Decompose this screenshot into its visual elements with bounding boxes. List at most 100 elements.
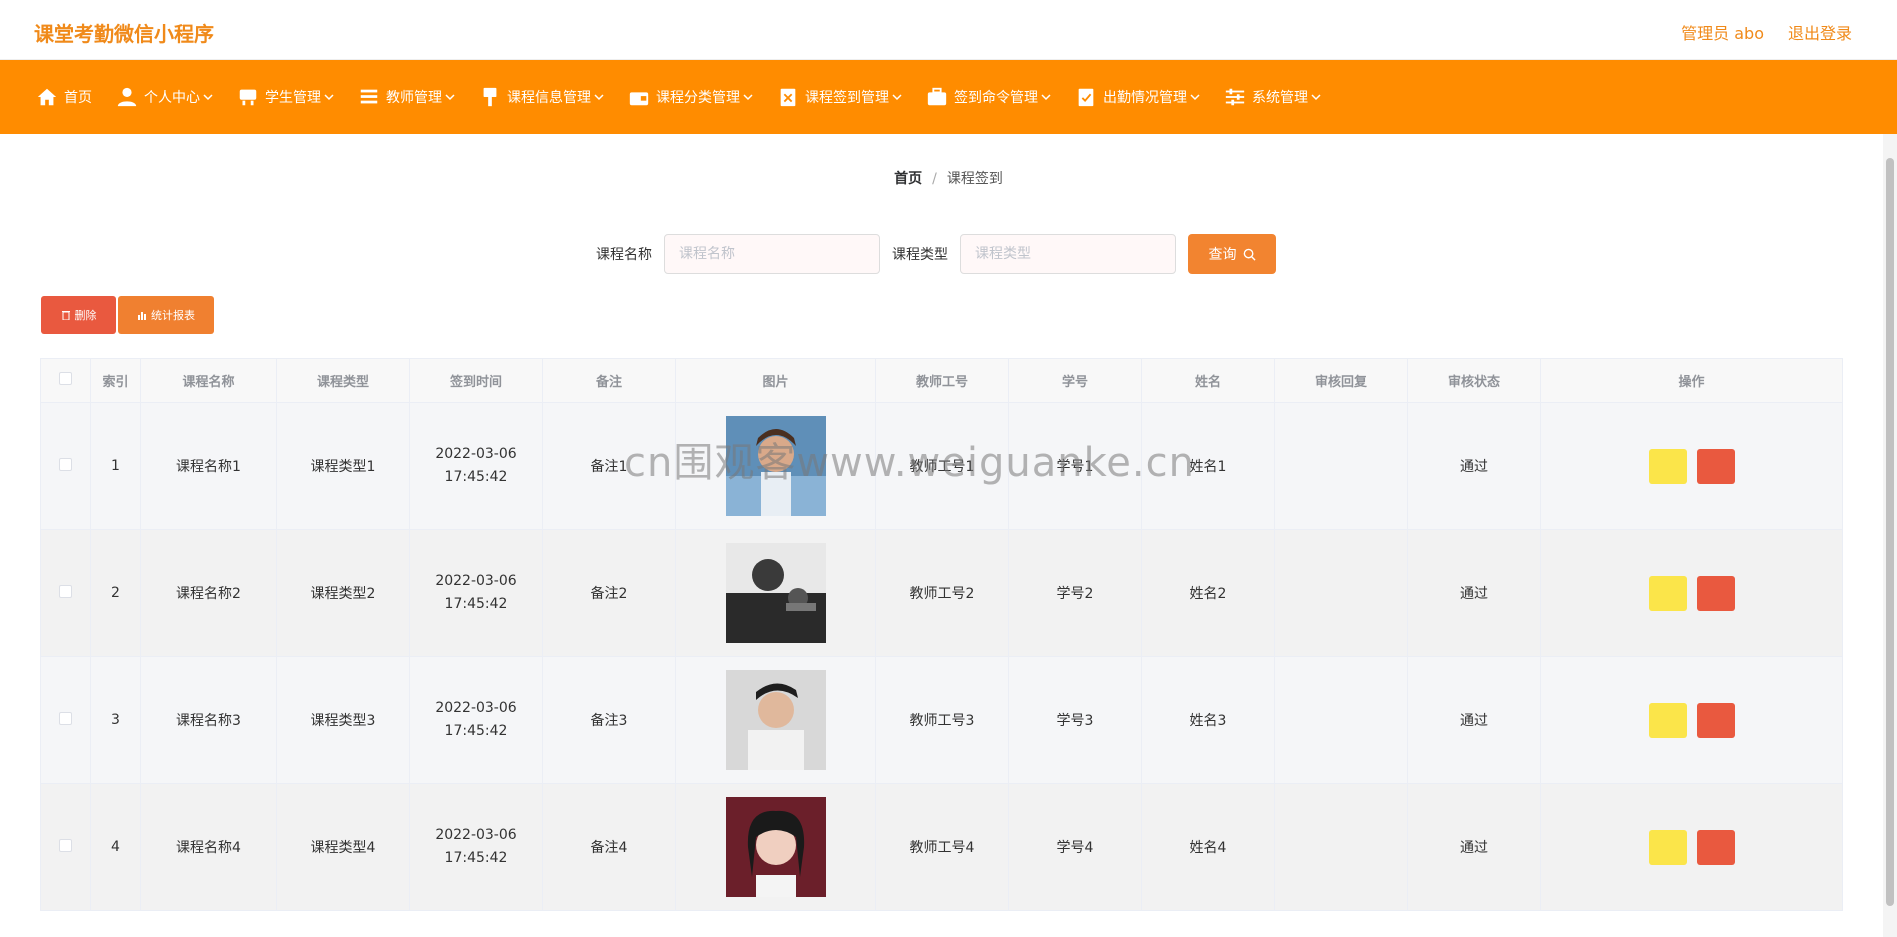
- header-status: 审核状态: [1407, 358, 1541, 403]
- nav-item-attendance[interactable]: 出勤情况管理: [1075, 60, 1200, 134]
- admin-label[interactable]: 管理员 abo: [1681, 20, 1764, 44]
- edit-button[interactable]: [1648, 448, 1687, 484]
- course-name-input[interactable]: [664, 234, 880, 274]
- chevron-down-icon: [892, 94, 902, 101]
- header-course-type: 课程类型: [276, 358, 410, 403]
- cell-index: 1: [90, 402, 141, 530]
- wallet-icon: [629, 92, 649, 106]
- cell-reply: [1274, 783, 1408, 911]
- cell-course-name: 课程名称1: [140, 402, 277, 530]
- nav-item-label: 课程签到管理: [805, 90, 889, 106]
- table-header-row: 索引 课程名称 课程类型 签到时间 备注 图片 教师工号 学号 姓名 审核回复 …: [40, 358, 1843, 403]
- delete-button[interactable]: 删除: [41, 296, 116, 334]
- top-right-links: 管理员 abo 退出登录: [1681, 20, 1852, 44]
- student-photo[interactable]: [725, 543, 826, 643]
- edit-button[interactable]: [1648, 829, 1687, 865]
- row-delete-button[interactable]: [1696, 575, 1735, 611]
- course-type-input[interactable]: [960, 234, 1176, 274]
- delete-button-label: 删除: [74, 309, 97, 322]
- search-form: 课程名称 课程类型 查询: [596, 234, 1276, 274]
- chevron-down-icon: [1311, 94, 1321, 101]
- user-icon: [117, 87, 137, 107]
- header-course-name: 课程名称: [140, 358, 277, 403]
- row-delete-button[interactable]: [1696, 702, 1735, 738]
- cell-sign-time: 2022-03-06 17:45:42: [409, 656, 543, 784]
- cell-remark: 备注3: [542, 656, 676, 784]
- nav-item-course-category[interactable]: 课程分类管理: [628, 60, 753, 134]
- stats-report-button-label: 统计报表: [151, 309, 195, 322]
- nav-item-label: 课程分类管理: [656, 90, 740, 106]
- nav-item-students[interactable]: 学生管理: [237, 60, 334, 134]
- nav-item-label: 首页: [64, 90, 92, 106]
- student-photo[interactable]: [725, 797, 826, 897]
- cell-index: 4: [90, 783, 141, 911]
- row-select-cell: [40, 656, 91, 784]
- cell-course-name: 课程名称3: [140, 656, 277, 784]
- row-checkbox[interactable]: [59, 457, 72, 471]
- row-select-cell: [40, 529, 91, 657]
- chevron-down-icon: [324, 94, 334, 101]
- cell-status: 通过: [1407, 783, 1541, 911]
- row-delete-button[interactable]: [1696, 448, 1735, 484]
- nav-item-label: 签到命令管理: [954, 90, 1038, 106]
- nav-item-label: 教师管理: [386, 90, 442, 106]
- chevron-down-icon: [445, 94, 455, 101]
- nav-item-home[interactable]: 首页: [36, 60, 92, 134]
- cell-teacher-no: 教师工号1: [875, 402, 1009, 530]
- row-checkbox[interactable]: [59, 711, 72, 725]
- chevron-down-icon: [594, 94, 604, 101]
- select-all-checkbox[interactable]: [59, 372, 72, 385]
- row-checkbox[interactable]: [59, 584, 72, 598]
- cell-course-name: 课程名称2: [140, 529, 277, 657]
- breadcrumb-separator: /: [932, 171, 937, 187]
- nav-item-signin-command[interactable]: 签到命令管理: [926, 60, 1051, 134]
- nav-item-label: 课程信息管理: [507, 90, 591, 106]
- sliders-icon: [1225, 88, 1245, 106]
- cell-teacher-no: 教师工号4: [875, 783, 1009, 911]
- row-delete-button[interactable]: [1696, 829, 1735, 865]
- cell-remark: 备注1: [542, 402, 676, 530]
- cell-image: [675, 529, 876, 657]
- edit-button[interactable]: [1648, 575, 1687, 611]
- trash-icon: [61, 311, 70, 320]
- nav-item-course-info[interactable]: 课程信息管理: [479, 60, 604, 134]
- header-remark: 备注: [542, 358, 676, 403]
- nav-item-teachers[interactable]: 教师管理: [358, 60, 455, 134]
- cell-actions: [1540, 402, 1843, 530]
- scrollbar-thumb[interactable]: [1886, 158, 1894, 906]
- header-reply: 审核回复: [1274, 358, 1408, 403]
- nav-item-course-signin[interactable]: 课程签到管理: [777, 60, 902, 134]
- cell-course-name: 课程名称4: [140, 783, 277, 911]
- cell-reply: [1274, 529, 1408, 657]
- nav-item-system[interactable]: 系统管理: [1224, 60, 1321, 134]
- table-row: 4 课程名称4 课程类型4 2022-03-06 17:45:42 备注4 教师…: [40, 783, 1843, 911]
- query-button[interactable]: 查询: [1188, 234, 1276, 274]
- breadcrumb-current: 课程签到: [946, 171, 1003, 187]
- header-image: 图片: [675, 358, 876, 403]
- cell-actions: [1540, 656, 1843, 784]
- nav-item-personal-center[interactable]: 个人中心: [116, 60, 213, 134]
- list-icon: [360, 89, 378, 104]
- cell-sign-time: 2022-03-06 17:45:42: [409, 529, 543, 657]
- cell-index: 3: [90, 656, 141, 784]
- student-photo[interactable]: [725, 416, 826, 516]
- stats-report-button[interactable]: 统计报表: [118, 296, 214, 334]
- cell-course-type: 课程类型3: [276, 656, 410, 784]
- cell-name: 姓名1: [1141, 402, 1275, 530]
- cell-course-type: 课程类型1: [276, 402, 410, 530]
- table-row: 2 课程名称2 课程类型2 2022-03-06 17:45:42 备注2 教师…: [40, 529, 1843, 657]
- row-select-cell: [40, 402, 91, 530]
- student-photo[interactable]: [725, 670, 826, 770]
- cell-course-type: 课程类型4: [276, 783, 410, 911]
- header-index: 索引: [90, 358, 141, 403]
- cell-actions: [1540, 529, 1843, 657]
- signin-table: 索引 课程名称 课程类型 签到时间 备注 图片 教师工号 学号 姓名 审核回复 …: [40, 358, 1843, 911]
- top-bar: 课堂考勤微信小程序 管理员 abo 退出登录: [0, 0, 1897, 60]
- logout-link[interactable]: 退出登录: [1788, 20, 1852, 44]
- select-all-cell: [40, 358, 91, 403]
- cell-name: 姓名2: [1141, 529, 1275, 657]
- brush-icon: [483, 87, 497, 107]
- breadcrumb-home[interactable]: 首页: [894, 171, 922, 187]
- edit-button[interactable]: [1648, 702, 1687, 738]
- row-checkbox[interactable]: [59, 838, 72, 852]
